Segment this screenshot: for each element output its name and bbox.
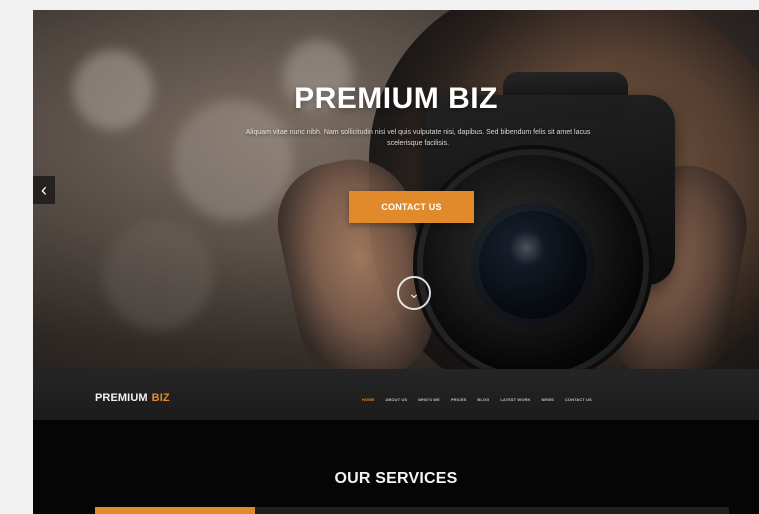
nav-item-home[interactable]: HOME [362,397,374,402]
services-tab-inactive[interactable] [255,507,729,514]
hero-section: PREMIUM BIZ Aliquam vitae nunc nibh. Nam… [33,10,759,369]
website-screenshot-frame: PREMIUM BIZ Aliquam vitae nunc nibh. Nam… [33,10,759,514]
hero-title: PREMIUM BIZ [294,82,498,115]
nav-item-latest-work[interactable]: LATEST WORK [500,397,530,402]
nav-item-news[interactable]: NEWS [541,397,553,402]
hero-overlay [33,10,759,369]
nav-item-blog[interactable]: BLOG [477,397,489,402]
nav-item-whos-we[interactable]: WHO'S WE [418,397,440,402]
brand-logo[interactable]: PREMIUM BIZ [95,391,170,405]
main-navigation: PREMIUM BIZ HOME ABOUT US WHO'S WE PRICE… [33,369,759,421]
nav-item-contact-us[interactable]: CONTACT US [565,397,592,402]
slider-prev-button[interactable]: ‹ [33,176,55,204]
brand-name-main: PREMIUM [95,392,148,404]
services-title: OUR SERVICES [334,470,458,487]
contact-us-button[interactable]: CONTACT US [349,191,474,223]
scroll-down-button[interactable]: ⌄ [397,276,431,310]
services-tab-active[interactable] [95,507,255,514]
nav-item-about-us[interactable]: ABOUT US [385,397,407,402]
nav-menu: HOME ABOUT US WHO'S WE PRICES BLOG LATES… [362,397,592,402]
chevron-left-icon: ‹ [41,180,47,200]
chevron-down-icon: ⌄ [408,285,420,301]
nav-item-prices[interactable]: PRICES [451,397,467,402]
services-tab-bar [95,507,729,514]
services-section: OUR SERVICES [33,420,759,514]
brand-name-accent: BIZ [151,392,170,404]
hero-subtitle: Aliquam vitae nunc nibh. Nam sollicitudi… [245,129,591,147]
